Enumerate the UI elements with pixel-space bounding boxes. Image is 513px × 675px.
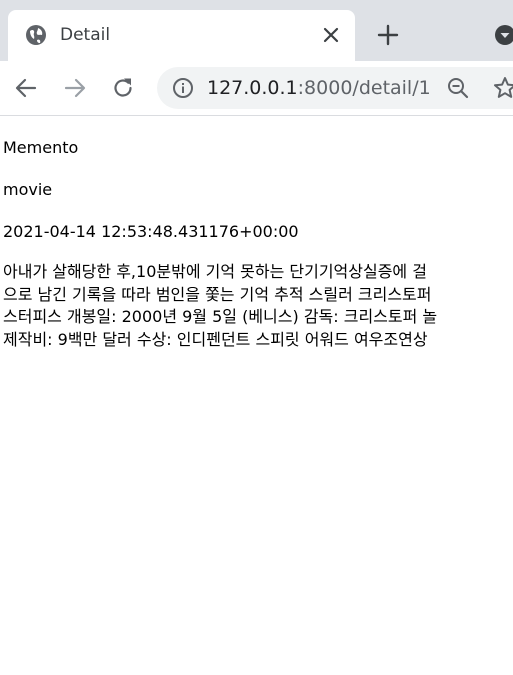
- close-icon[interactable]: [322, 26, 340, 44]
- url-host: 127.0.0.1: [207, 77, 298, 99]
- tab-detail[interactable]: Detail: [8, 10, 355, 61]
- summary-line: 스터피스 개봉일: 2000년 9월 5일 (베니스) 감독: 크리스토퍼 놀: [3, 307, 438, 327]
- url-path: :8000/detail/1: [297, 77, 431, 99]
- star-icon[interactable]: [492, 75, 513, 101]
- summary-line: 아내가 살해당한 후,10분밖에 기억 못하는 단기기억상실증에 걸: [3, 262, 427, 281]
- info-icon[interactable]: [172, 77, 194, 99]
- arrow-right-icon[interactable]: [62, 75, 88, 101]
- url-text[interactable]: 127.0.0.1:8000/detail/1: [207, 76, 431, 100]
- plus-icon[interactable]: [377, 24, 399, 46]
- browser-toolbar: 127.0.0.1:8000/detail/1: [0, 61, 513, 116]
- detail-title: Memento: [3, 138, 79, 157]
- globe-icon: [26, 25, 46, 45]
- address-bar[interactable]: 127.0.0.1:8000/detail/1: [157, 67, 513, 109]
- chevron-down-icon[interactable]: [494, 24, 513, 46]
- tab-title: Detail: [60, 25, 111, 45]
- zoom-out-icon[interactable]: [446, 76, 470, 100]
- summary-line: 으로 남긴 기록을 따라 범인을 쫓는 기억 추적 스릴러 크리스토퍼: [3, 284, 432, 304]
- tab-strip: Detail: [0, 0, 513, 61]
- reload-icon[interactable]: [110, 75, 136, 101]
- detail-timestamp: 2021-04-14 12:53:48.431176+00:00: [3, 222, 299, 241]
- detail-category: movie: [3, 180, 53, 199]
- arrow-left-icon[interactable]: [13, 75, 39, 101]
- summary-line: 제작비: 9백만 달러 수상: 인디펜던트 스피릿 어워드 여우조연상: [3, 330, 428, 350]
- detail-summary: 아내가 살해당한 후,10분밖에 기억 못하는 단기기억상실증에 걸 으로 남긴…: [3, 261, 513, 352]
